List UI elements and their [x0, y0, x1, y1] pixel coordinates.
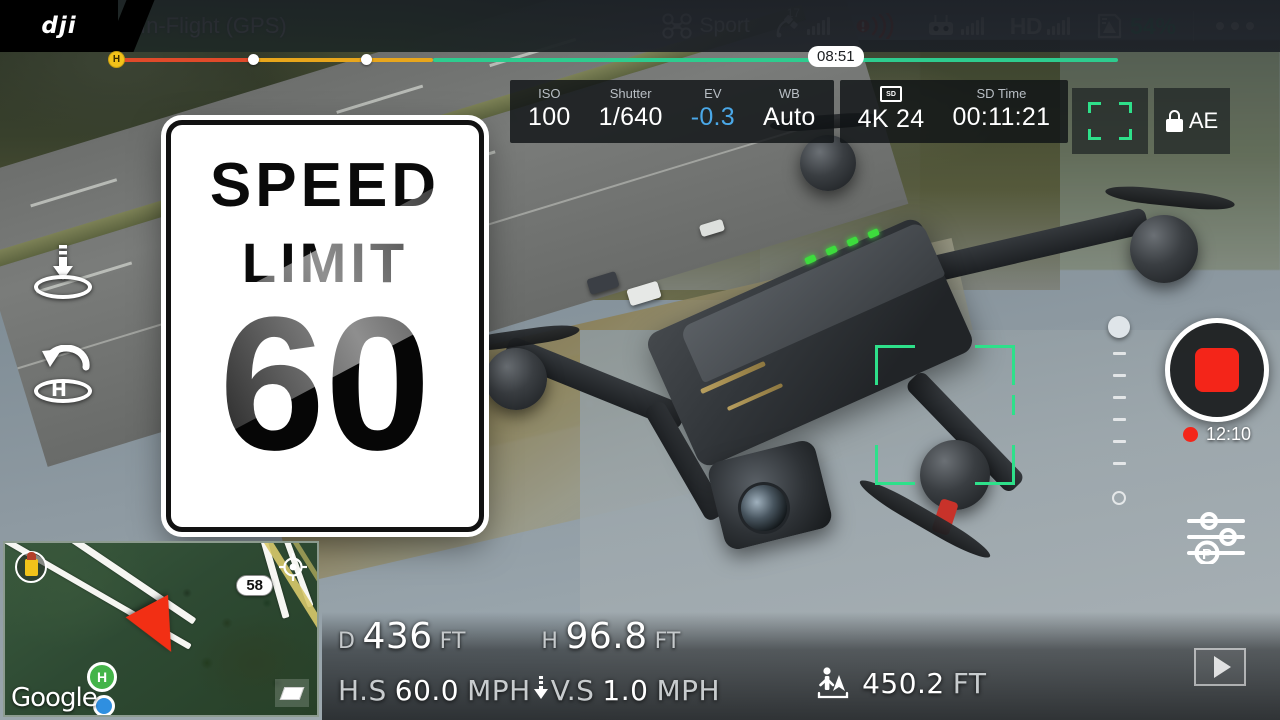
home-point-glyph: H: [96, 669, 108, 685]
eraser-icon[interactable]: [275, 679, 309, 707]
timeline-safe-segment: [433, 58, 1118, 62]
distance-to-pilot-icon: [816, 666, 850, 700]
rth-home-glyph: H: [51, 379, 67, 401]
distance-key: D: [338, 629, 356, 654]
top-status-bar: dji: [0, 0, 1280, 52]
map-inset[interactable]: H 58 Google: [3, 541, 319, 717]
camera-settings-icon[interactable]: P: [1185, 508, 1247, 566]
video-format-value: 4K 24: [857, 105, 925, 133]
recording-elapsed: 12:10: [1205, 424, 1252, 444]
shutter-setting[interactable]: Shutter 1/640: [585, 86, 677, 134]
video-format-setting[interactable]: SD 4K 24: [844, 86, 939, 134]
sd-time-value: 00:11:21: [952, 103, 1051, 131]
ev-label: EV: [704, 86, 722, 101]
gimbal-pitch-slider[interactable]: [1108, 310, 1132, 505]
crosshair-icon[interactable]: [279, 553, 307, 581]
wb-value: Auto: [762, 103, 816, 131]
pilot-location-icon[interactable]: [15, 551, 47, 583]
gimbal-slider-end: [1112, 491, 1126, 505]
sign-speed-number: 60: [219, 278, 431, 490]
distance-to-pilot-readout: 450.2 FT: [816, 666, 986, 700]
route-badge: 58: [236, 575, 273, 596]
timeline-marker: [361, 54, 372, 65]
hspeed-value: 60.0: [394, 674, 460, 707]
iso-value: 100: [528, 103, 571, 131]
timeline-critical-segment: [108, 58, 254, 62]
iso-label: ISO: [538, 86, 561, 101]
hspeed-key: H.S: [338, 674, 387, 707]
vspeed-value: 1.0: [602, 674, 649, 707]
dji-go-flight-screen: dji In-Flight (GPS) Sport: [0, 0, 1280, 720]
record-stop-button[interactable]: [1165, 318, 1269, 422]
dji-logo-text: dji: [41, 13, 77, 39]
playback-button[interactable]: [1194, 648, 1246, 686]
hspeed-unit: MPH: [467, 674, 531, 707]
gimbal-slider-knob[interactable]: [1108, 316, 1130, 338]
google-watermark: Google: [11, 683, 98, 713]
height-key: H: [541, 629, 559, 654]
height-unit: FT: [654, 629, 681, 654]
sd-card-icon: SD: [880, 86, 903, 102]
arrow-down-icon: [533, 676, 549, 704]
camera-settings-panel: ISO 100 Shutter 1/640 EV -0.3 WB Auto SD: [510, 80, 1069, 143]
height-value: 96.8: [565, 616, 648, 657]
iso-setting[interactable]: ISO 100: [514, 86, 585, 134]
auto-landing-icon[interactable]: [32, 243, 94, 299]
vspeed-unit: MPH: [656, 674, 721, 707]
distance-value: 436: [362, 616, 433, 657]
return-to-home-icon[interactable]: H: [32, 345, 94, 403]
focus-bracket-button[interactable]: [1072, 88, 1148, 154]
sign-line-one: SPEED: [209, 151, 441, 220]
ev-setting[interactable]: EV -0.3: [677, 86, 749, 134]
focus-exposure-controls: AE: [1072, 88, 1230, 154]
sd-time-label: SD Time: [976, 86, 1027, 101]
dji-logo[interactable]: dji: [0, 0, 118, 52]
distance-unit: FT: [439, 629, 466, 654]
ev-value: -0.3: [690, 103, 735, 131]
autofocus-tracking-box: [875, 345, 1015, 485]
storage-group: SD 4K 24 SD Time 00:11:21: [839, 80, 1069, 143]
wb-setting[interactable]: WB Auto: [749, 86, 830, 134]
shutter-label: Shutter: [609, 86, 652, 101]
distance-to-pilot-value: 450.2: [862, 666, 945, 700]
ae-label: AE: [1188, 108, 1219, 133]
distance-to-pilot-unit: FT: [952, 666, 987, 700]
flight-time-remaining: 08:51: [808, 46, 864, 67]
wb-label: WB: [778, 86, 800, 101]
battery-timeline[interactable]: H 08:51: [108, 46, 1118, 68]
play-triangle-icon: [1213, 656, 1231, 678]
telemetry-bar: D 436 FT H 96.8 FT H.S 60.0 MPH V.S 1.0: [322, 612, 1280, 720]
timeline-marker: [248, 54, 259, 65]
timeline-home-marker: H: [108, 51, 125, 68]
vspeed-key: V.S: [550, 674, 595, 707]
svg-text:P: P: [1202, 546, 1212, 563]
recording-dot-icon: [1182, 427, 1198, 442]
recording-time-indicator: 12:10: [1165, 424, 1269, 445]
stop-square-icon: [1195, 348, 1239, 392]
ae-lock-button[interactable]: AE: [1154, 88, 1230, 154]
focus-bracket-icon: [1088, 102, 1132, 140]
exposure-settings-group: ISO 100 Shutter 1/640 EV -0.3 WB Auto: [510, 80, 834, 143]
timeline-warning-segment: [254, 58, 433, 62]
feed-drone-subject: [459, 111, 1260, 590]
lock-icon: [1165, 110, 1183, 132]
timeline-home-glyph: H: [112, 54, 121, 65]
flight-action-buttons: H: [32, 243, 94, 403]
telemetry-row-secondary: H.S 60.0 MPH V.S 1.0 MPH 450.2 FT: [322, 666, 1280, 716]
sd-time-readout: SD Time 00:11:21: [938, 86, 1064, 134]
telemetry-row-primary: D 436 FT H 96.8 FT: [322, 616, 1280, 666]
speed-limit-sign-overlay: SPEED LIMIT 60: [166, 120, 484, 532]
shutter-value: 1/640: [598, 103, 663, 131]
